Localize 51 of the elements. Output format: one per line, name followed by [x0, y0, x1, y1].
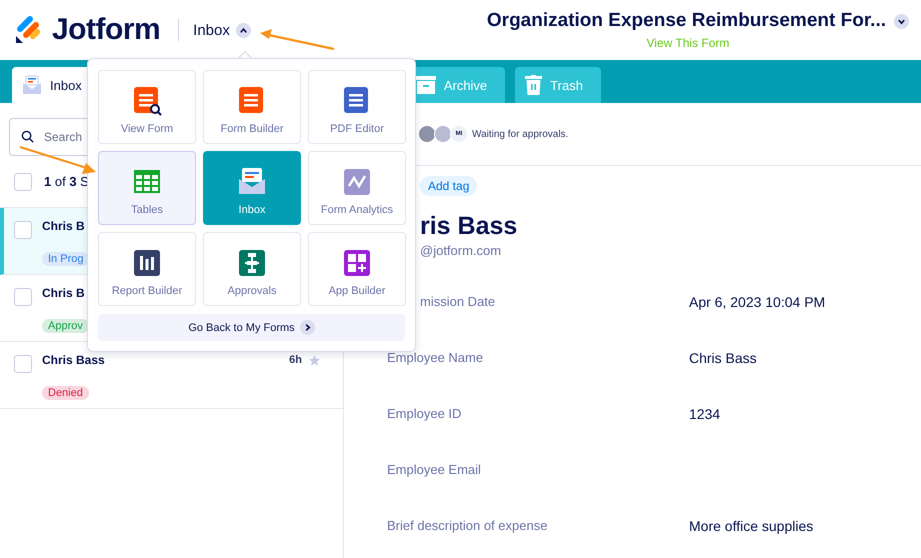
approver-avatar: [418, 125, 436, 143]
form-title: Organization Expense Reimbursement For...: [486, 10, 886, 32]
field-label: Employee Email: [387, 462, 482, 479]
field-value: Chris Bass: [689, 350, 758, 368]
chevron-up-icon: [238, 26, 248, 34]
section-switcher[interactable]: Inbox: [193, 22, 251, 38]
app-tile[interactable]: Tables: [98, 151, 196, 225]
star-icon[interactable]: [308, 354, 321, 366]
submitter-heading: ris Bass: [420, 212, 518, 241]
field-label: Employee ID: [387, 406, 462, 423]
brand-name: Jotform: [52, 13, 160, 47]
submitter-name: Chris B: [42, 219, 85, 233]
app-tile[interactable]: Inbox: [203, 151, 301, 225]
field-label: mission Date: [420, 294, 496, 311]
logo-icon: [14, 16, 42, 44]
add-tag-button[interactable]: Add tag: [420, 176, 478, 196]
app-tile[interactable]: Form Builder: [203, 70, 301, 144]
document-search-icon: [131, 85, 163, 117]
trash-icon: [525, 75, 542, 95]
app-tile[interactable]: Report Builder: [98, 232, 196, 306]
select-all-checkbox[interactable]: [14, 172, 32, 190]
chart-icon: [341, 166, 373, 198]
search-icon: [21, 130, 34, 143]
app-grid-icon: [341, 247, 373, 279]
app-tile[interactable]: App Builder: [308, 232, 406, 306]
envelope-icon: [22, 75, 42, 95]
app-tile[interactable]: Approvals: [203, 232, 301, 306]
bar-chart-icon: [131, 247, 163, 279]
approval-status: Waiting for approvals.: [472, 128, 568, 140]
app-tile[interactable]: View Form: [98, 70, 196, 144]
row-checkbox[interactable]: [14, 221, 32, 239]
back-to-forms-button[interactable]: Go Back to My Forms: [98, 314, 405, 341]
chevron-down-icon[interactable]: [894, 14, 909, 28]
field-label: Employee Name: [387, 350, 484, 367]
field-value: Apr 6, 2023 10:04 PM: [689, 294, 826, 312]
time-ago: 6h: [289, 353, 302, 367]
app-tile[interactable]: Form Analytics: [308, 151, 406, 225]
app-tile[interactable]: PDF Editor: [308, 70, 406, 144]
submitter-name: Chris Bass: [42, 353, 105, 367]
status-tag: Denied: [42, 386, 89, 400]
field-value: 1234: [689, 406, 722, 424]
approver-avatar: [434, 125, 452, 143]
submitter-name: Chris B: [42, 286, 85, 300]
flowchart-icon: [236, 247, 268, 279]
field-value: More office supplies: [689, 518, 814, 536]
field-label: Brief description of expense: [387, 518, 548, 535]
row-checkbox[interactable]: [14, 355, 32, 373]
status-tag: Approv: [42, 319, 89, 333]
status-tag: In Prog: [42, 252, 90, 266]
row-checkbox[interactable]: [14, 288, 32, 306]
submitter-email: @jotform.com: [420, 243, 502, 258]
